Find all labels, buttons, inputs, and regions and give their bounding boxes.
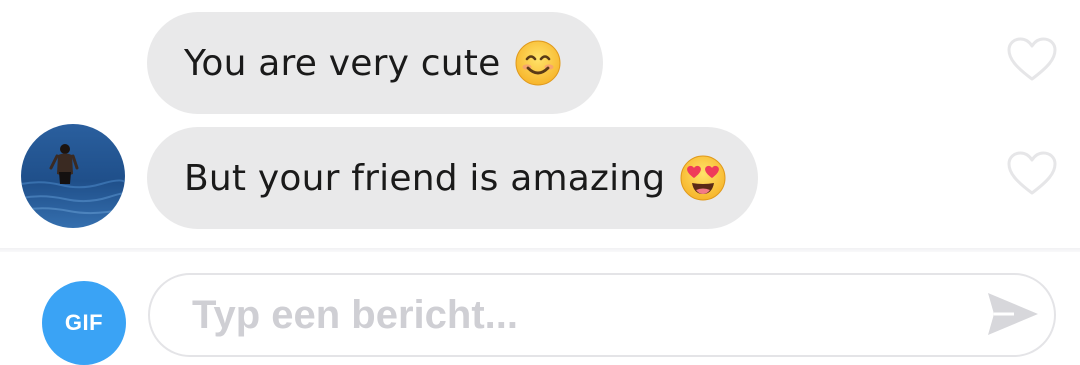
message-bubble[interactable]: But your friend is amazing bbox=[147, 127, 758, 229]
gif-button[interactable]: GIF bbox=[42, 281, 126, 365]
message-bubble[interactable]: You are very cute bbox=[147, 12, 603, 114]
message-text: You are very cute bbox=[184, 42, 501, 84]
message-input[interactable] bbox=[148, 273, 1056, 357]
smiling-face-icon bbox=[514, 39, 562, 87]
send-button[interactable] bbox=[984, 291, 1042, 341]
message-composer: GIF bbox=[0, 252, 1080, 365]
message-text: But your friend is amazing bbox=[184, 157, 666, 199]
message-list: You are very cute But your friend is ama… bbox=[0, 0, 1080, 248]
heart-eyes-face-icon bbox=[679, 154, 727, 202]
like-heart-icon[interactable] bbox=[1006, 150, 1058, 196]
avatar[interactable] bbox=[21, 124, 125, 228]
like-heart-icon[interactable] bbox=[1006, 36, 1058, 82]
send-arrow-icon bbox=[984, 289, 1042, 343]
